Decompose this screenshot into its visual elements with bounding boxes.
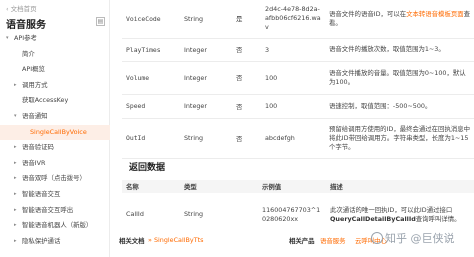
sidebar-nav: ▾ API参考 简介 API概览 ▸ 调用方式 获取AccessKey ▾ 语音通知 … xyxy=(0,31,110,249)
return-name: CallId xyxy=(122,193,180,238)
param-required: 否 xyxy=(232,38,261,62)
sidebar-item-get-accesskey[interactable]: 获取AccessKey xyxy=(0,93,110,109)
chevron-right-icon: ▸ xyxy=(14,237,17,244)
param-type: String xyxy=(180,118,232,159)
return-example: 116004767703^10280620xx xyxy=(258,193,326,238)
related-products-label: 相关产品 xyxy=(289,237,315,245)
product-link-voice-service[interactable]: 语音服务 xyxy=(320,236,346,245)
table-row: VoiceCode String 是 2d4c-4e78-8d2a-afbb06… xyxy=(122,0,474,39)
chevron-right-icon: ▸ xyxy=(14,144,17,151)
chevron-right-icon: ▸ xyxy=(14,222,17,229)
param-description: 语音文件的语音ID，可以在文本转语音模板页面查看。 xyxy=(325,0,474,39)
chevron-right-icon: ▸ xyxy=(14,175,17,182)
column-header-description: 描述 xyxy=(326,180,474,193)
column-header-type: 类型 xyxy=(180,180,258,193)
chevron-down-icon: ▾ xyxy=(14,112,17,119)
back-to-docs-link[interactable]: ‹ 文档首页 xyxy=(6,3,37,13)
sidebar-item-voice-notification[interactable]: ▾ 语音通知 xyxy=(0,109,110,125)
column-header-example: 示例值 xyxy=(258,180,326,193)
param-description: 语音文件的播放次数，取值范围为1~3。 xyxy=(325,38,474,62)
param-name: OutId xyxy=(122,118,180,159)
sidebar-item-smart-voice-outbound[interactable]: ▸ 智能语音交互呼出 xyxy=(0,203,110,219)
chevron-down-icon: ▾ xyxy=(6,35,9,41)
param-name: Volume xyxy=(122,61,180,95)
chevron-left-icon: ‹ xyxy=(6,5,9,13)
param-example: 3 xyxy=(261,38,325,62)
param-example: 100 xyxy=(261,94,325,119)
param-type: Integer xyxy=(180,94,232,119)
param-example: abcdefgh xyxy=(261,118,325,159)
param-type: Integer xyxy=(180,38,232,62)
param-name: VoiceCode xyxy=(122,0,180,39)
sidebar-item-api-reference[interactable]: ▾ API参考 xyxy=(0,31,110,47)
param-required: 否 xyxy=(232,94,261,119)
related-doc-link[interactable]: » SingleCallByTts xyxy=(148,236,203,244)
table-row: OutId String 否 abcdefgh 预留给调用方使用的ID，最终会通… xyxy=(122,118,474,159)
param-required: 否 xyxy=(232,118,261,159)
request-params-table: VoiceCode String 是 2d4c-4e78-8d2a-afbb06… xyxy=(122,0,474,159)
param-description: 语音文件播放的音量。取值范围为0~100，默认为100。 xyxy=(325,61,474,95)
sidebar: ‹ 文档首页 语音服务 ▤ ▾ API参考 简介 API概览 ▸ 调用方式 获取Acc… xyxy=(0,0,110,257)
column-header-name: 名称 xyxy=(122,180,180,193)
sidebar-item-voice-verification-code[interactable]: ▸ 语音验证码 xyxy=(0,140,110,156)
main-content: VoiceCode String 是 2d4c-4e78-8d2a-afbb06… xyxy=(112,0,474,257)
sidebar-item-voice-robot-new[interactable]: ▸ 智能语音机器人（新版） xyxy=(0,218,110,234)
related-docs-label: 相关文档 xyxy=(119,237,145,245)
param-required: 是 xyxy=(232,0,261,39)
sidebar-item-privacy-call[interactable]: ▸ 隐私保护通话 xyxy=(0,234,110,250)
zhihu-watermark: 知乎 @巨侠说 xyxy=(371,230,455,246)
sidebar-item-click-to-dial[interactable]: ▸ 语音双呼（点击拨号） xyxy=(0,171,110,187)
param-description: 预留给调用方使用的ID，最终会通过在回执消息中将此ID带回给调用方。字符串类型，… xyxy=(325,118,474,159)
param-example: 2d4c-4e78-8d2a-afbb06cf6216.wav xyxy=(261,0,325,39)
param-example: 100 xyxy=(261,61,325,95)
chevron-right-icon: ▸ xyxy=(14,206,17,213)
param-type: String xyxy=(180,0,232,39)
return-data-table: 名称 类型 示例值 描述 CallId String 116004767703^… xyxy=(122,180,474,238)
tts-template-page-link[interactable]: 文本转语音模板页面 xyxy=(406,10,464,18)
sidebar-item-singlecallbyvoice[interactable]: SingleCallByVoice xyxy=(0,124,110,141)
sidebar-item-api-overview[interactable]: API概览 xyxy=(0,62,110,78)
table-row: Speed Integer 否 100 语速控制，取值范围：-500~500。 xyxy=(122,94,474,119)
table-header-row: 名称 类型 示例值 描述 xyxy=(122,180,474,193)
chevron-right-icon: ▸ xyxy=(14,190,17,197)
return-data-heading: 返回数据 xyxy=(129,163,166,173)
sidebar-item-call-methods[interactable]: ▸ 调用方式 xyxy=(0,78,110,94)
table-row: PlayTimes Integer 否 3 语音文件的播放次数，取值范围为1~3… xyxy=(122,38,474,62)
zhihu-logo-icon xyxy=(371,232,383,244)
param-name: Speed xyxy=(122,94,180,119)
param-name: PlayTimes xyxy=(122,38,180,62)
sidebar-item-smart-voice-interaction[interactable]: ▸ 智能语音交互 xyxy=(0,187,110,203)
sidebar-item-intro[interactable]: 简介 xyxy=(0,47,110,63)
return-type: String xyxy=(180,193,258,238)
table-row: Volume Integer 否 100 语音文件播放的音量。取值范围为0~10… xyxy=(122,61,474,95)
chevron-right-icon: ▸ xyxy=(14,81,17,88)
param-required: 否 xyxy=(232,61,261,95)
chevron-right-icon: ▸ xyxy=(14,159,17,166)
collapse-sidebar-icon[interactable]: ▤ xyxy=(96,17,105,26)
param-description: 语速控制，取值范围：-500~500。 xyxy=(325,94,474,119)
service-title: 语音服务 xyxy=(6,20,46,31)
param-type: Integer xyxy=(180,61,232,95)
sidebar-item-voice-ivr[interactable]: ▸ 语音IVR xyxy=(0,156,110,172)
